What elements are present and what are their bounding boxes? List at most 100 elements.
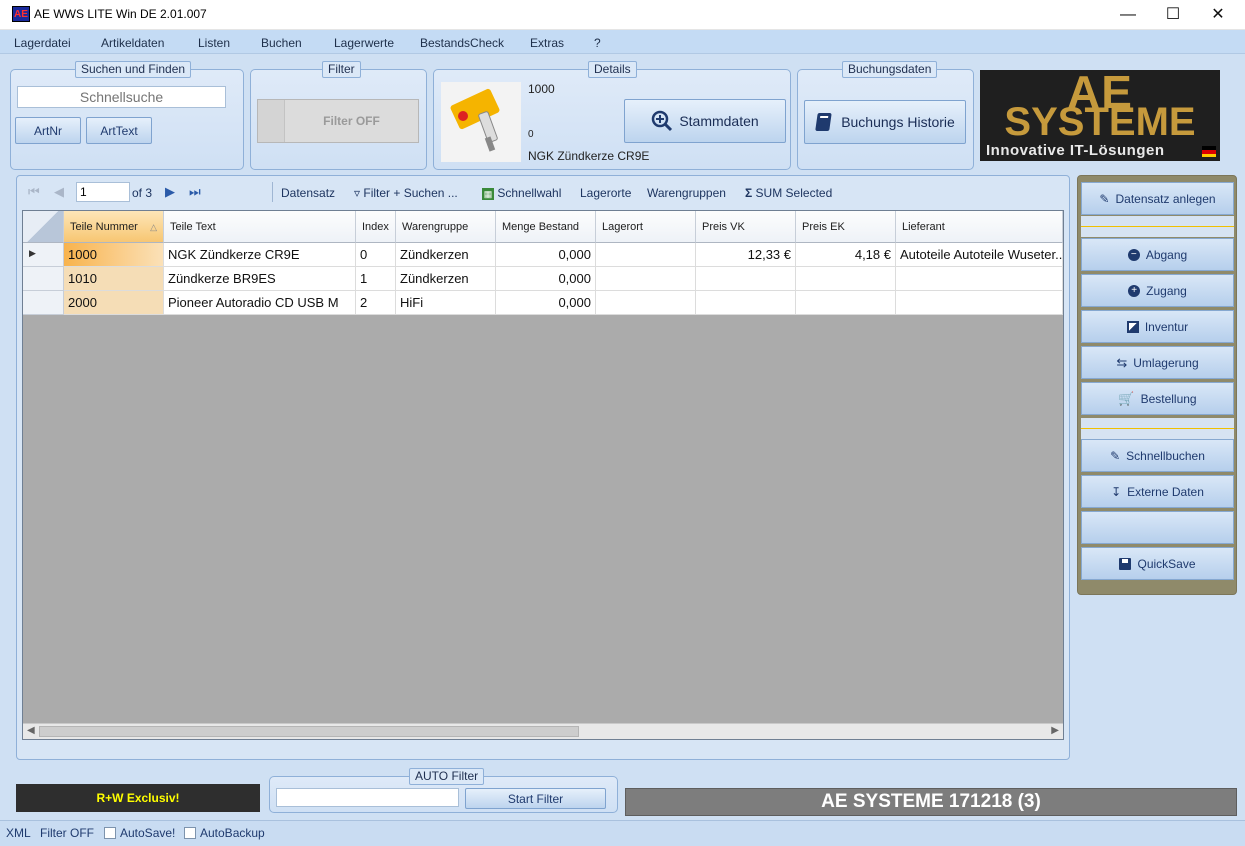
bestellung-label: Bestellung	[1140, 391, 1197, 406]
autobackup-checkbox[interactable]: AutoBackup	[184, 826, 265, 840]
cell-index[interactable]: 2	[356, 291, 396, 315]
menu-help[interactable]: ?	[594, 36, 601, 50]
scroll-left-icon[interactable]: ◀	[27, 725, 35, 736]
cell-warengruppe[interactable]: Zündkerzen	[396, 267, 496, 291]
cell-lagerort[interactable]	[596, 243, 696, 267]
externe-daten-button[interactable]: ↧ Externe Daten	[1081, 475, 1234, 508]
scroll-right-icon[interactable]: ▶	[1051, 725, 1059, 736]
cell-preis-vk[interactable]	[696, 291, 796, 315]
cell-preis-ek[interactable]: 4,18 €	[796, 243, 896, 267]
zugang-button[interactable]: + Zugang	[1081, 274, 1234, 307]
cell-lieferant[interactable]	[896, 291, 1063, 315]
auto-filter-input[interactable]	[276, 788, 459, 807]
quicksave-button[interactable]: QuickSave	[1081, 547, 1234, 580]
cell-menge-bestand[interactable]: 0,000	[496, 267, 596, 291]
maximize-icon[interactable]: ☐	[1150, 0, 1196, 30]
cell-lieferant[interactable]: Autoteile Autoteile Wuseter...	[896, 243, 1063, 267]
menu-listen[interactable]: Listen	[198, 36, 230, 50]
col-header-teile-text[interactable]: Teile Text	[164, 211, 356, 243]
autosave-checkbox[interactable]: AutoSave!	[104, 826, 175, 840]
cell-teile-nummer[interactable]: 1010	[64, 267, 164, 291]
window-title: AE WWS LITE Win DE 2.01.007	[34, 7, 207, 21]
quick-search-input[interactable]	[17, 86, 226, 108]
select-all-corner[interactable]	[23, 211, 64, 243]
navigator-bar: ⏮ ◀ of 3 ▶ ⏭ Datensatz ▿ Filter + Suchen…	[22, 180, 1064, 206]
minimize-icon[interactable]: —	[1105, 0, 1151, 30]
nav-last-icon[interactable]: ⏭	[189, 184, 201, 200]
nav-next-icon[interactable]: ▶	[165, 184, 175, 200]
col-header-lagerort[interactable]: Lagerort	[596, 211, 696, 243]
nav-warengruppen[interactable]: Warengruppen	[647, 186, 726, 200]
filter-toggle[interactable]: Filter OFF	[257, 99, 419, 143]
cell-warengruppe[interactable]: HiFi	[396, 291, 496, 315]
cell-preis-ek[interactable]	[796, 291, 896, 315]
empty-button[interactable]	[1081, 511, 1234, 544]
details-group: Details 1000 0 NGK Zündkerze CR9E Stammd…	[433, 61, 791, 170]
cell-preis-vk[interactable]: 12,33 €	[696, 243, 796, 267]
autosave-check-box[interactable]	[104, 827, 116, 839]
menu-extras[interactable]: Extras	[530, 36, 564, 50]
cell-lagerort[interactable]	[596, 291, 696, 315]
menu-lagerwerte[interactable]: Lagerwerte	[334, 36, 394, 50]
scroll-thumb[interactable]	[39, 726, 579, 737]
col-header-preis-vk[interactable]: Preis VK	[696, 211, 796, 243]
col-header-teile-nummer[interactable]: Teile Nummer △	[64, 211, 164, 243]
nav-lagerorte[interactable]: Lagerorte	[580, 186, 631, 200]
table-row[interactable]: 2000 Pioneer Autoradio CD USB M 2 HiFi 0,000	[23, 291, 1063, 315]
umlagerung-button[interactable]: ⇆ Umlagerung	[1081, 346, 1234, 379]
start-filter-button[interactable]: Start Filter	[465, 788, 606, 809]
cell-warengruppe[interactable]: Zündkerzen	[396, 243, 496, 267]
buchungs-historie-button[interactable]: Buchungs Historie	[804, 100, 966, 144]
cell-menge-bestand[interactable]: 0,000	[496, 291, 596, 315]
menu-artikeldaten[interactable]: Artikeldaten	[101, 36, 164, 50]
inventur-button[interactable]: Inventur	[1081, 310, 1234, 343]
menu-lagerdatei[interactable]: Lagerdatei	[14, 36, 71, 50]
data-grid[interactable]: Teile Nummer △ Teile Text Index Warengrup…	[22, 210, 1064, 740]
nav-prev-icon[interactable]: ◀	[54, 184, 64, 200]
minus-circle-icon: −	[1127, 248, 1140, 261]
abgang-label: Abgang	[1145, 247, 1188, 262]
row-header[interactable]: ▶	[23, 243, 64, 267]
nav-datensatz[interactable]: Datensatz	[281, 186, 335, 200]
status-bar: XML Filter OFF AutoSave! AutoBackup	[0, 820, 1245, 846]
cell-teile-nummer[interactable]: 2000	[64, 291, 164, 315]
cell-teile-text[interactable]: Pioneer Autoradio CD USB M	[164, 291, 356, 315]
autobackup-check-box[interactable]	[184, 827, 196, 839]
cell-preis-ek[interactable]	[796, 267, 896, 291]
horizontal-scrollbar[interactable]: ◀ ▶	[23, 723, 1063, 739]
datensatz-anlegen-button[interactable]: ✎ Datensatz anlegen	[1081, 182, 1234, 215]
cell-teile-nummer[interactable]: 1000	[64, 243, 164, 267]
cell-menge-bestand[interactable]: 0,000	[496, 243, 596, 267]
stammdaten-button[interactable]: Stammdaten	[624, 99, 786, 143]
row-header[interactable]	[23, 291, 64, 315]
col-header-menge-bestand[interactable]: Menge Bestand	[496, 211, 596, 243]
col-header-lieferant[interactable]: Lieferant	[896, 211, 1063, 243]
cell-index[interactable]: 1	[356, 267, 396, 291]
nav-schnellwahl[interactable]: ▦ Schnellwahl	[482, 186, 561, 200]
sort-asc-icon: △	[150, 221, 157, 232]
table-row[interactable]: 1010 Zündkerze BR9ES 1 Zündkerzen 0,000	[23, 267, 1063, 291]
nav-sum-selected[interactable]: Σ SUM Selected	[745, 186, 832, 200]
cell-index[interactable]: 0	[356, 243, 396, 267]
menu-buchen[interactable]: Buchen	[261, 36, 302, 50]
cell-teile-text[interactable]: Zündkerze BR9ES	[164, 267, 356, 291]
close-icon[interactable]: ✕	[1195, 0, 1241, 30]
cell-lieferant[interactable]	[896, 267, 1063, 291]
bestellung-button[interactable]: 🛒 Bestellung	[1081, 382, 1234, 415]
cell-teile-text[interactable]: NGK Zündkerze CR9E	[164, 243, 356, 267]
col-header-warengruppe[interactable]: Warengruppe	[396, 211, 496, 243]
arttext-button[interactable]: ArtText	[86, 117, 152, 144]
nav-first-icon[interactable]: ⏮	[28, 184, 40, 200]
col-header-preis-ek[interactable]: Preis EK	[796, 211, 896, 243]
row-header[interactable]	[23, 267, 64, 291]
nav-position-input[interactable]	[76, 182, 130, 202]
abgang-button[interactable]: − Abgang	[1081, 238, 1234, 271]
menu-bestandscheck[interactable]: BestandsCheck	[420, 36, 504, 50]
cell-preis-vk[interactable]	[696, 267, 796, 291]
nav-filter-suchen[interactable]: ▿ Filter + Suchen ...	[354, 186, 458, 200]
table-row[interactable]: ▶ 1000 NGK Zündkerze CR9E 0 Zündkerzen 0,000 1…	[23, 243, 1063, 267]
col-header-index[interactable]: Index	[356, 211, 396, 243]
artnr-button[interactable]: ArtNr	[15, 117, 81, 144]
schnellbuchen-button[interactable]: ✎ Schnellbuchen	[1081, 439, 1234, 472]
cell-lagerort[interactable]	[596, 267, 696, 291]
